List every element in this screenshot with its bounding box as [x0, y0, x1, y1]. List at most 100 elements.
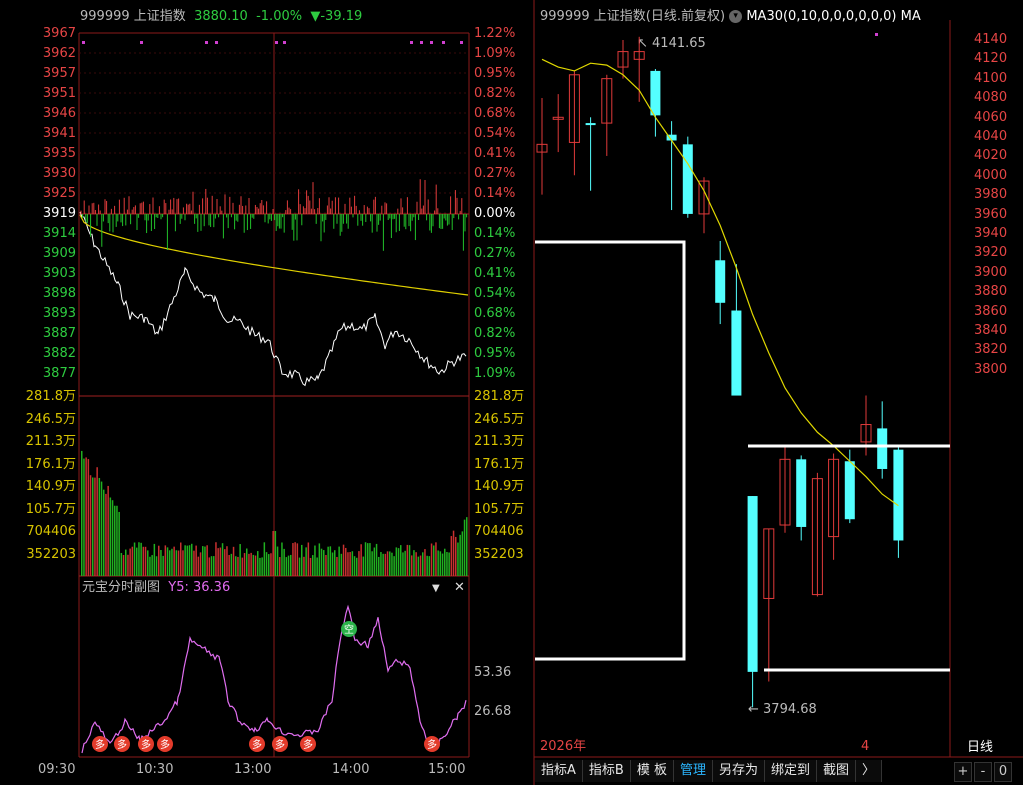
volume-bar [204, 546, 206, 576]
volume-bar [188, 545, 191, 576]
volume-bar [250, 552, 252, 576]
volume-bar [463, 519, 466, 576]
volume-bar [371, 551, 373, 576]
volume-bar [259, 557, 261, 576]
volume-bar [369, 543, 371, 576]
volume-bar [446, 551, 448, 576]
volume-bar [254, 555, 257, 576]
volume-bar [239, 544, 241, 576]
volume-bar [274, 531, 277, 576]
volume-bar [336, 556, 338, 576]
volume-bar [182, 550, 184, 576]
volume-bar [347, 552, 349, 576]
volume-bar [422, 552, 424, 576]
buy-signal-text: 多 [252, 738, 262, 751]
volume-bar [109, 497, 112, 576]
buy-signal-text: 多 [141, 738, 151, 751]
volume-bar [305, 547, 307, 576]
volume-bar [395, 547, 398, 576]
volume-bar [433, 545, 435, 576]
candle-body-down [682, 144, 693, 214]
volume-bar [261, 557, 263, 576]
drawn-box-annotation [535, 240, 686, 661]
volume-bar [441, 553, 444, 576]
volume-bar [292, 543, 294, 576]
volume-bar [230, 553, 233, 576]
volume-bar [384, 553, 387, 576]
volume-bar [217, 548, 219, 576]
candle-body-down [585, 123, 596, 126]
volume-bar [140, 542, 142, 576]
volume-bar [430, 543, 433, 576]
buy-signal-text: 多 [427, 738, 437, 751]
volume-bar [265, 552, 268, 576]
event-marker [460, 41, 463, 44]
volume-bar [85, 457, 87, 576]
buy-signal-text: 多 [117, 738, 127, 751]
volume-bar [125, 549, 127, 576]
volume-bar [461, 531, 464, 576]
event-marker [283, 41, 286, 44]
volume-bar [268, 554, 270, 576]
volume-bar [290, 554, 292, 576]
volume-bar [111, 500, 114, 576]
buy-signal-text: 多 [160, 738, 170, 751]
event-marker [205, 41, 208, 44]
volume-bar [144, 546, 147, 576]
volume-bar [114, 505, 116, 576]
event-marker [215, 41, 218, 44]
volume-bar [224, 549, 226, 576]
volume-bar [100, 481, 103, 576]
volume-bar [98, 477, 101, 576]
volume-bar [294, 542, 296, 576]
buy-signal-text: 多 [275, 738, 285, 751]
volume-bar [252, 554, 255, 576]
volume-bar [331, 552, 334, 576]
volume-bar [314, 545, 316, 576]
volume-bar [345, 547, 347, 576]
volume-bar [232, 546, 235, 576]
volume-bar [191, 543, 193, 576]
volume-bar [364, 542, 367, 576]
volume-bar [153, 543, 156, 576]
volume-bar [147, 550, 149, 576]
event-marker [420, 41, 423, 44]
volume-bar [193, 550, 195, 576]
volume-bar [202, 546, 204, 576]
volume-bar [457, 542, 459, 576]
price-line [79, 211, 467, 387]
volume-bar [411, 555, 413, 576]
volume-bar [279, 557, 281, 576]
volume-bar [120, 552, 123, 576]
volume-bar [184, 545, 186, 576]
volume-bar [402, 552, 404, 576]
volume-bar [349, 552, 351, 576]
candle-body-down [844, 461, 855, 520]
volume-bar [375, 543, 378, 576]
volume-bar [276, 546, 279, 576]
volume-bar [235, 556, 237, 576]
volume-bar [173, 546, 175, 576]
volume-bar [107, 485, 109, 576]
volume-bar [92, 477, 94, 576]
volume-bar [248, 553, 250, 576]
volume-bar [393, 556, 395, 576]
volume-bar [340, 553, 343, 576]
volume-bar [367, 543, 369, 576]
volume-bar [133, 542, 136, 576]
event-marker [140, 41, 143, 44]
volume-bar [338, 546, 340, 576]
volume-bar [186, 545, 189, 576]
volume-bar [459, 534, 461, 576]
buy-signal-text: 多 [95, 738, 105, 751]
volume-bar [149, 556, 151, 576]
event-marker [442, 41, 445, 44]
volume-bar [285, 557, 288, 576]
volume-bar [131, 546, 134, 576]
event-marker [410, 41, 413, 44]
sell-signal-text: 空 [344, 623, 354, 636]
volume-bar [87, 459, 90, 576]
volume-bar [435, 542, 437, 576]
event-marker [82, 41, 85, 44]
volume-bar [142, 546, 145, 576]
